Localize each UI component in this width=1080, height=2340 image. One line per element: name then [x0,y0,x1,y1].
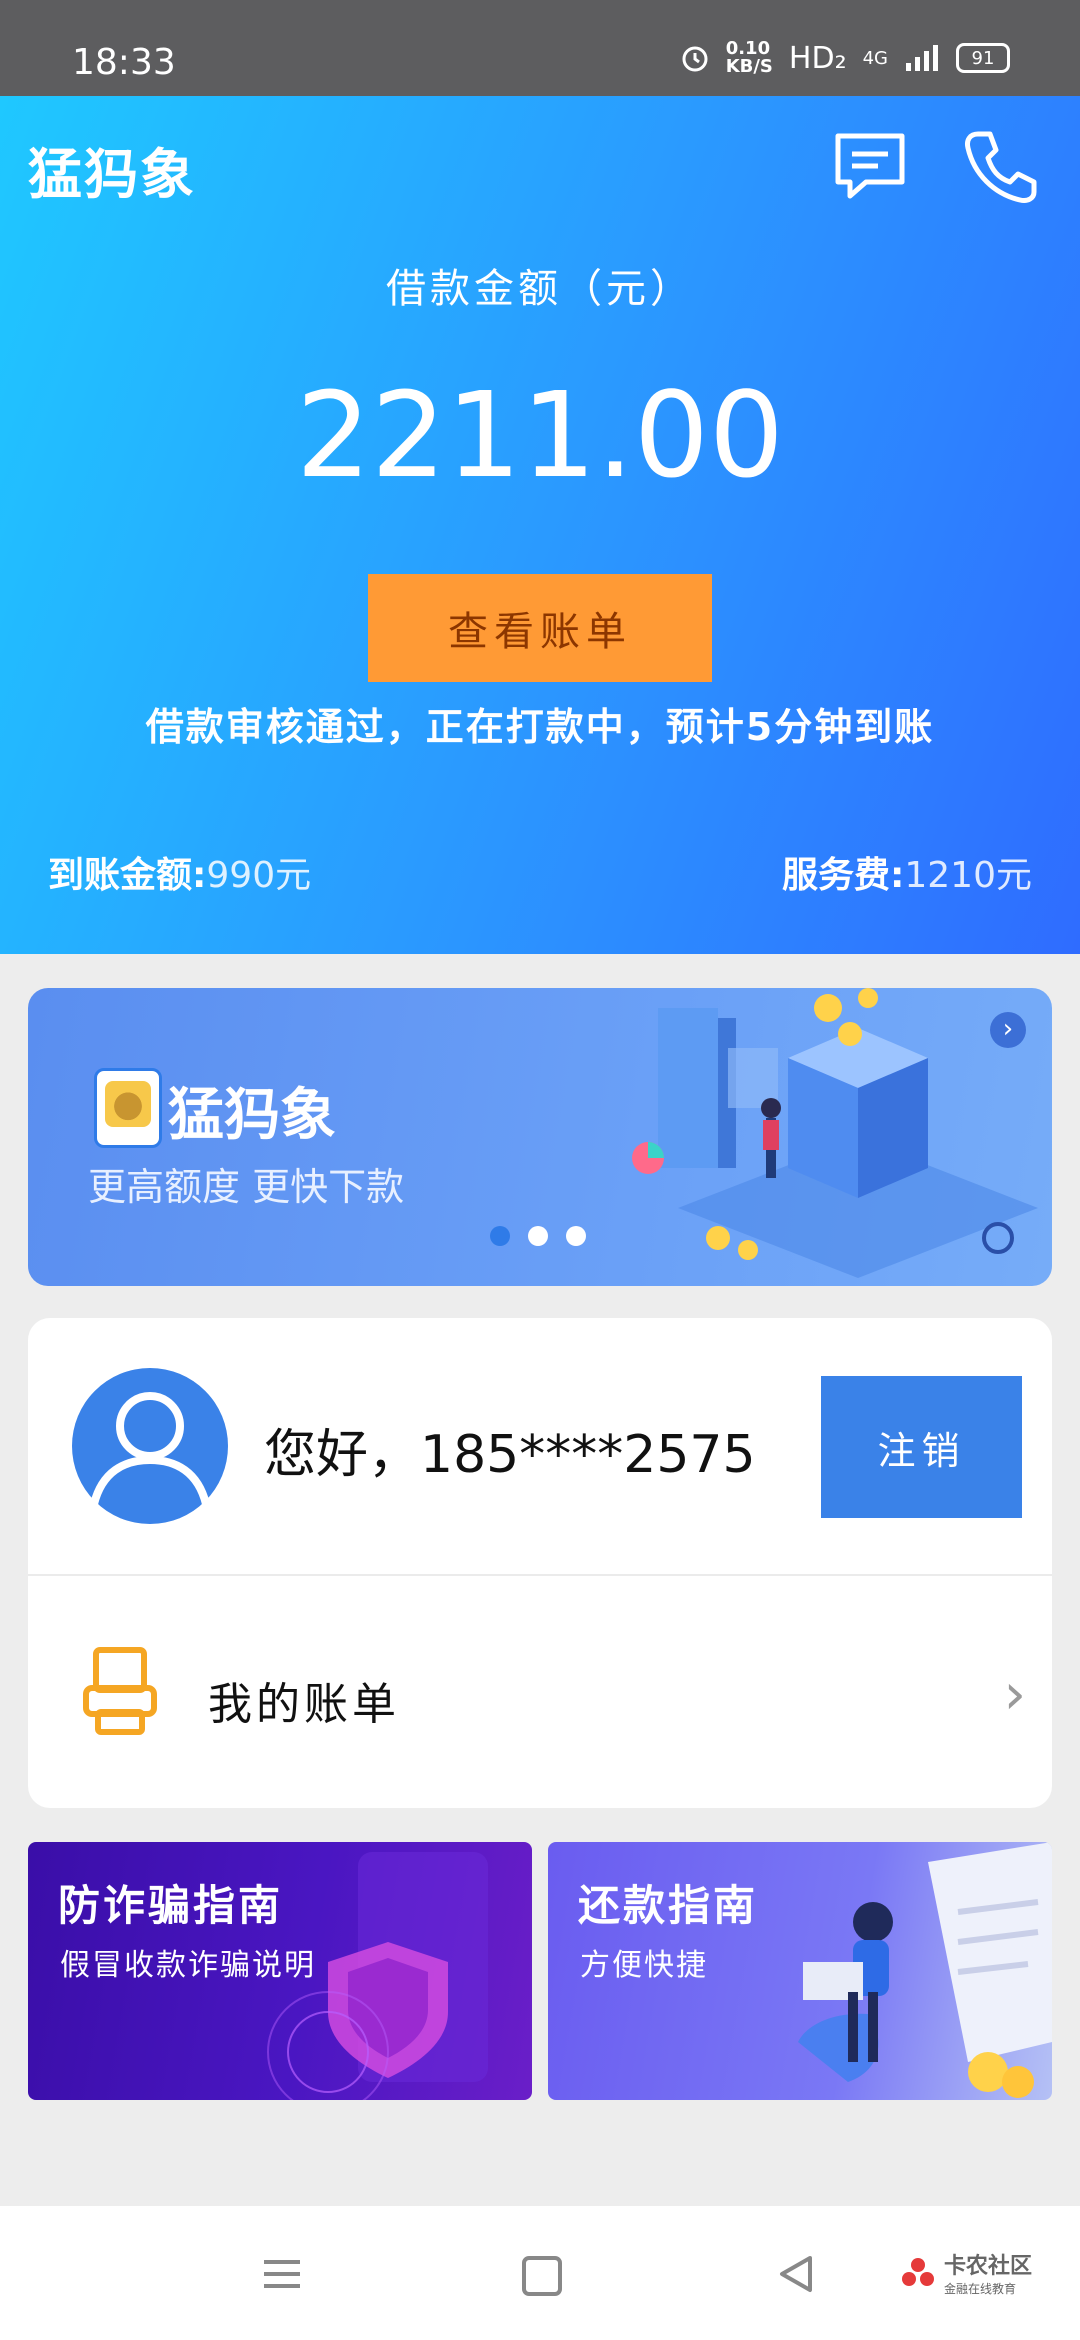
banner-subtitle: 更高额度 更快下款 [88,1165,405,1209]
arrival-label: 到账金额: [48,855,207,896]
anti-fraud-subtitle: 假冒收款诈骗说明 [60,1948,316,1983]
alarm-icon [682,46,708,72]
logout-button[interactable]: 注销 [821,1376,1022,1518]
printer-icon [83,1647,157,1735]
finance-illustration [632,988,1038,1278]
battery-icon: 91 [956,43,1010,73]
loan-status-notice: 借款审核通过，正在打款中，预计5分钟到账 [145,705,935,749]
loan-hero: 猛犸象 借款金额（元） 2211.00 查看账单 借款审核通过，正在打款中，预计… [0,96,1080,954]
user-greeting: 您好，185****2575 [264,1425,756,1485]
status-bar: 18:33 0.10 KB/S HD₂ 4G 91 [0,0,1080,96]
watermark-subtitle: 金融在线教育 [944,2282,1017,2296]
carousel-indicator [490,1226,586,1246]
status-time: 18:33 [72,42,176,83]
watermark-title: 卡农社区 [944,2254,1033,2279]
fee-value: 1210元 [904,855,1032,896]
menu-icon[interactable] [262,2258,302,2290]
arrival-amount: 到账金额:990元 [48,846,311,898]
my-bills-label: 我的账单 [208,1679,400,1730]
fee-label: 服务费: [781,855,905,896]
anti-fraud-guide-tile[interactable]: 防诈骗指南 假冒收款诈骗说明 [28,1842,532,2100]
view-bill-button[interactable]: 查看账单 [368,574,712,682]
phone-icon[interactable] [960,126,1040,206]
repayment-subtitle: 方便快捷 [580,1948,708,1983]
my-bills-row[interactable]: 我的账单 › [28,1576,1052,1808]
loan-amount: 2211.00 [296,366,784,504]
carousel-dot[interactable] [566,1226,586,1246]
carousel-dot[interactable] [528,1226,548,1246]
avatar [72,1368,228,1524]
carousel-dot[interactable] [490,1226,510,1246]
network-speed: 0.10 KB/S [725,38,773,77]
network-type: 4G [862,47,888,69]
repayment-guide-tile[interactable]: 还款指南 方便快捷 [548,1842,1052,2100]
watermark: 卡农社区 金融在线教育 [900,2248,1032,2297]
app-logo: 猛犸象 [28,143,196,206]
anti-fraud-title: 防诈骗指南 [58,1881,284,1930]
loan-amount-label: 借款金额（元） [386,266,694,312]
service-fee: 服务费:1210元 [782,846,1032,898]
chevron-right-icon: › [1003,1662,1026,1727]
system-nav-bar: 卡农社区 金融在线教育 [0,2206,1080,2340]
home-icon[interactable] [522,2256,562,2296]
banner-title: 猛犸象 [168,1083,336,1148]
message-icon[interactable] [830,126,910,206]
status-icons: 0.10 KB/S HD₂ 4G 91 [680,40,1010,76]
repayment-title: 还款指南 [578,1881,759,1930]
signal-icon [906,45,938,71]
account-card: 您好，185****2575 注销 我的账单 › [28,1318,1052,1808]
promo-banner[interactable]: 猛犸象 更高额度 更快下款 › [28,988,1052,1286]
community-logo-icon [902,2257,934,2286]
arrival-value: 990元 [206,855,312,896]
back-icon[interactable] [774,2252,818,2296]
app-badge-icon [94,1068,162,1148]
hd-indicator: HD₂ [788,40,847,76]
